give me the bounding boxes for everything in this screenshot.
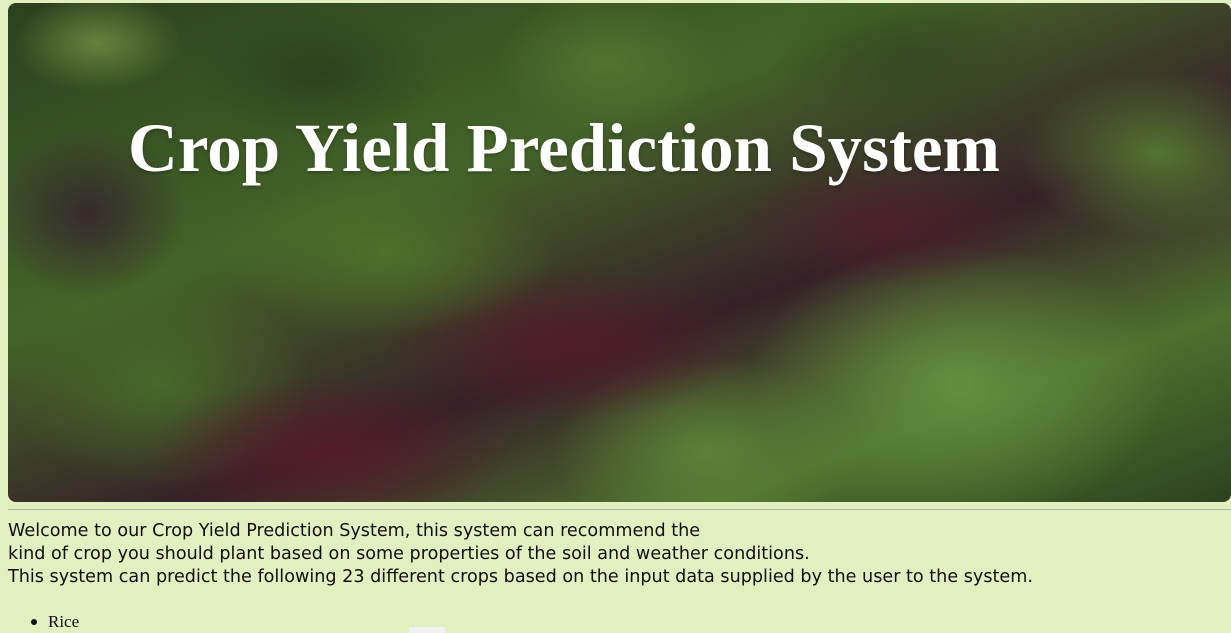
divider (8, 509, 1231, 510)
page-title: Crop Yield Prediction System (128, 110, 1001, 186)
crop-list: Rice (0, 611, 79, 633)
intro-line-2: kind of crop you should plant based on s… (8, 544, 810, 564)
page: Crop Yield Prediction System Welcome to … (0, 0, 1231, 633)
list-item: Rice (31, 611, 80, 633)
crop-label: Rice (48, 612, 80, 631)
hero-banner-image: Crop Yield Prediction System (8, 3, 1231, 502)
bullet-icon (31, 619, 37, 625)
intro-line-3: This system can predict the following 23… (8, 567, 1033, 587)
intro-paragraph: Welcome to our Crop Yield Prediction Sys… (8, 520, 1033, 589)
horizontal-scrollbar-thumb[interactable] (409, 627, 445, 633)
intro-line-1: Welcome to our Crop Yield Prediction Sys… (8, 521, 701, 541)
